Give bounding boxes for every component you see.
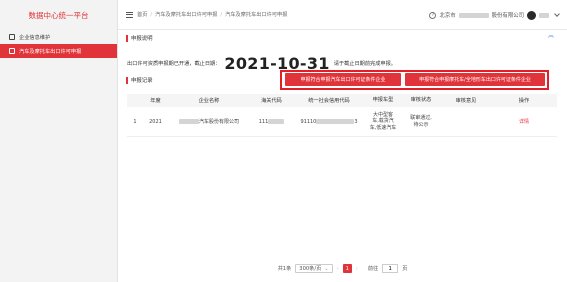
sidebar-item-label: 汽车及摩托车出口许可申报 <box>19 48 82 55</box>
column-header-credit-code: 统一社会信用代码 <box>308 98 350 104</box>
breadcrumb-current: 汽车及摩托车出口许可申报 <box>225 12 288 18</box>
topbar: 首页 / 汽车及摩托车出口许可申报 / 汽车及摩托车出口许可申报 ? 北京市 股份有限公… <box>118 0 567 30</box>
apply-motorcycle-license-button[interactable]: 申报符合申报摩托车/全地形车出口许可证条件企业 <box>405 73 545 86</box>
sidebar-item-export-license[interactable]: 汽车及摩托车出口许可申报 <box>0 44 117 58</box>
column-header-opinion: 审核意见 <box>455 98 477 104</box>
main-content: 申报说明 ︽ 出口许可资质申报期已开通，截止日期： 2021-10-31 请于截… <box>118 30 567 282</box>
chevron-down-icon[interactable] <box>554 11 560 17</box>
row-credit-code: 91110 3 <box>293 118 365 125</box>
breadcrumb: 首页 / 汽车及摩托车出口许可申报 / 汽车及摩托车出口许可申报 <box>137 12 288 18</box>
total-count: 共1条 <box>277 266 292 272</box>
row-company: 汽车股份有限公司 <box>168 118 250 125</box>
row-status: 联审通过, 待公示 <box>401 115 441 128</box>
row-index: 1 <box>133 118 137 125</box>
menu-toggle-icon[interactable] <box>126 11 133 18</box>
sidebar: 数据中心统一平台 企业信息维护 汽车及摩托车出口许可申报 <box>0 0 118 282</box>
row-detail-link[interactable]: 详情 <box>491 118 557 125</box>
notice-section-title: 申报说明 <box>126 34 153 42</box>
page-size-select[interactable]: 300条/页 ⌄ <box>295 264 333 273</box>
breadcrumb-home[interactable]: 首页 <box>137 12 147 18</box>
vehicle-type-line: 车,低速汽车 <box>369 124 397 131</box>
breadcrumb-item[interactable]: 汽车及摩托车出口许可申报 <box>155 12 217 18</box>
grid-icon <box>9 48 15 54</box>
next-page-icon[interactable]: › <box>356 266 358 272</box>
pagination: 共1条 300条/页 ⌄ ‹ 1 › 前往 页 <box>118 264 567 273</box>
goto-page-input[interactable] <box>382 264 399 273</box>
sidebar-item-company-info[interactable]: 企业信息维护 <box>0 30 117 44</box>
row-company-text: 汽车股份有限公司 <box>198 119 239 125</box>
table-row: 1 2021 汽车股份有限公司 111 91110 3 大中型客 车,载货汽 车,… <box>127 107 557 137</box>
row-year: 2021 <box>149 118 162 125</box>
column-header-company: 企业名称 <box>198 98 220 104</box>
row-vehicle-type: 大中型客 车,载货汽 车,低速汽车 <box>365 112 401 132</box>
page-suffix: 页 <box>402 266 408 272</box>
brand-title: 数据中心统一平台 <box>28 10 89 20</box>
company-prefix: 北京市 <box>439 13 456 19</box>
row-customs-code-text: 111 <box>258 118 269 125</box>
redacted-company <box>458 12 489 18</box>
document-icon <box>9 34 15 40</box>
chevron-down-icon: ⌄ <box>324 265 329 272</box>
sidebar-item-label: 企业信息维护 <box>19 34 51 41</box>
collapse-up-icon[interactable]: ︽ <box>548 33 554 43</box>
help-icon[interactable]: ? <box>429 11 437 19</box>
company-suffix: 股份有限公司 <box>491 13 524 19</box>
records-section-title: 申报记录 <box>126 76 153 84</box>
goto-label: 前往 <box>367 266 379 272</box>
prev-page-icon[interactable]: ‹ <box>337 266 339 272</box>
status-line: 待公示 <box>413 121 429 128</box>
row-credit-code-suffix: 3 <box>354 118 358 125</box>
redacted-company-name <box>178 119 199 124</box>
apply-car-license-button[interactable]: 申报符合申报汽车出口许可证条件企业 <box>285 73 401 86</box>
column-header-vehicle-type: 申报车型 <box>372 97 394 104</box>
column-header-year: 年度 <box>150 98 161 104</box>
avatar[interactable] <box>527 10 536 20</box>
column-header-action: 操作 <box>518 98 530 104</box>
column-header-customs-code: 海关代码 <box>261 98 282 104</box>
records-table: 年度 企业名称 海关代码 统一社会信用代码 申报车型 审核状态 审核意见 操作 … <box>127 94 557 137</box>
row-credit-code-prefix: 91110 <box>300 118 317 125</box>
current-page-button[interactable]: 1 <box>342 264 352 273</box>
row-customs-code: 111 <box>250 118 293 125</box>
notice-text-before: 出口许可资质申报期已开通，截止日期： <box>127 61 221 67</box>
redacted-customs-code <box>268 118 285 124</box>
page-size-value: 300条/页 <box>299 266 322 272</box>
table-header: 年度 企业名称 海关代码 统一社会信用代码 申报车型 审核状态 审核意见 操作 <box>127 94 557 107</box>
notice-text-after: 请于截止日期前完成申报。 <box>333 61 396 67</box>
column-header-status: 审核状态 <box>410 97 432 104</box>
redacted-credit-code <box>316 118 355 124</box>
redacted-username <box>539 12 549 18</box>
